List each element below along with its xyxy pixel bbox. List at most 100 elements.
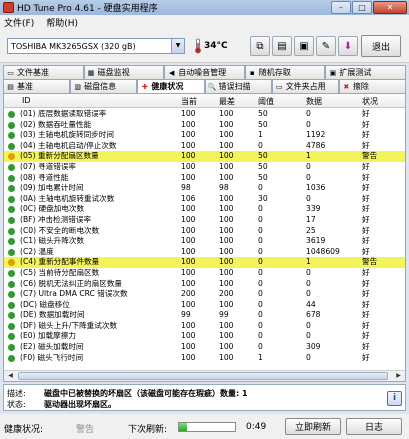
drive-select[interactable]: TOSHIBA MK3265GSX (320 gB) ▼ (7, 38, 185, 54)
tab-aam[interactable]: ◀ 自动噪音管理 (164, 65, 245, 79)
table-row[interactable]: (E2) 磁头加载时间 100 100 0 309 好 (4, 342, 405, 353)
table-row[interactable]: (07) 寻道错误率 100 100 50 0 好 (4, 162, 405, 173)
table-row[interactable]: (09) 加电累计时间 98 98 0 1036 好 (4, 183, 405, 194)
log-button[interactable]: 日志 (346, 418, 402, 435)
col-data[interactable]: 数据 (306, 96, 322, 107)
table-row[interactable]: (DF) 磁头上升/下降重试次数 100 100 0 0 好 (4, 321, 405, 332)
save-button[interactable]: ▣ (294, 36, 314, 56)
current-value: 100 (181, 119, 196, 129)
info-icon[interactable]: i (387, 391, 402, 406)
col-worst[interactable]: 最差 (219, 96, 235, 107)
tab-extra-tests[interactable]: ▣ 扩展测试 (325, 65, 406, 79)
tab-random-access[interactable]: ▪ 随机存取 (244, 65, 326, 79)
col-threshold[interactable]: 阈值 (258, 96, 274, 107)
minimize-button[interactable]: – (331, 1, 351, 14)
current-value: 100 (181, 109, 196, 118)
table-row[interactable]: (03) 主轴电机旋转同步时间 100 100 1 1192 好 (4, 130, 405, 141)
tab-folder-usage[interactable]: ▭ 文件夹占用 (271, 79, 339, 93)
worst-value: 100 (219, 172, 234, 182)
tab-health[interactable]: ✚ 健康状况 (137, 79, 205, 93)
close-button[interactable]: ✕ (373, 1, 407, 14)
tab-error-scan[interactable]: 🔍 错误扫描 (204, 79, 272, 93)
status-value: 好 (362, 140, 370, 150)
current-value: 100 (181, 278, 196, 288)
worst-value: 100 (219, 204, 234, 214)
table-row[interactable]: (02) 数据吞吐量性能 100 100 50 0 好 (4, 120, 405, 131)
chevron-down-icon[interactable]: ▼ (171, 39, 184, 53)
current-value: 100 (181, 299, 196, 309)
table-row[interactable]: (C7) Ultra DMA CRC 错误次数 200 200 0 0 好 (4, 289, 405, 300)
threshold-value: 0 (258, 342, 263, 352)
col-id[interactable]: ID (22, 96, 31, 105)
status-label: 状态: (7, 400, 26, 409)
table-row[interactable]: (E0) 加载摩擦力 100 100 0 0 好 (4, 331, 405, 342)
refresh-now-button[interactable]: 立即刷新 (285, 418, 341, 435)
exit-button[interactable]: 退出 (361, 35, 401, 57)
copy-info-button[interactable]: ⧉ (250, 36, 270, 56)
worst-value: 100 (219, 193, 234, 203)
scrollbar-thumb[interactable] (18, 372, 388, 380)
thermometer-icon (195, 38, 201, 54)
title-bar: HD Tune Pro 4.61 - 硬盘实用程序 – □ ✕ (0, 0, 409, 15)
table-row[interactable]: (C4) 重新分配事件数量 100 100 0 1 警告 (4, 257, 405, 268)
copy-screen-button[interactable]: ▤ (272, 36, 292, 56)
status-value: 好 (362, 278, 370, 288)
tab-benchmark[interactable]: ▤ 基准 (3, 79, 71, 93)
tab-disk-info[interactable]: ▥ 磁盘信息 (70, 79, 138, 93)
status-value: 好 (362, 299, 370, 309)
status-dot-icon (8, 344, 15, 352)
menu-bar: 文件(F) 帮助(H) (0, 15, 409, 29)
status-dot-icon (8, 153, 15, 161)
current-value: 100 (181, 151, 196, 161)
table-row[interactable]: (DE) 数据加载时间 99 99 0 678 好 (4, 310, 405, 321)
threshold-value: 0 (258, 204, 263, 214)
raw-data: 0 (306, 278, 311, 288)
attribute-name: (C6) 脱机无法纠正的扇区数量 (20, 278, 123, 288)
worst-value: 100 (219, 342, 234, 352)
table-row[interactable]: (C2) 温度 100 100 0 1048609 好 (4, 247, 405, 258)
scroll-right-icon[interactable]: ▶ (393, 371, 404, 381)
table-row[interactable]: (05) 重新分配扇区数量 100 100 50 1 警告 (4, 151, 405, 162)
maximize-button[interactable]: □ (352, 1, 372, 14)
table-row[interactable]: (C0) 不安全的断电次数 100 100 0 25 好 (4, 226, 405, 237)
table-row[interactable]: (01) 底层数据读取错误率 100 100 50 0 好 (4, 109, 405, 120)
menu-file[interactable]: 文件(F) (4, 16, 34, 29)
table-row[interactable]: (C1) 磁头升降次数 100 100 0 3619 好 (4, 236, 405, 247)
table-row[interactable]: (F0) 磁头飞行时间 100 100 1 0 好 (4, 353, 405, 364)
threshold-value: 0 (258, 310, 263, 320)
table-row[interactable]: (0C) 硬盘加电次数 100 100 0 339 好 (4, 204, 405, 215)
col-status[interactable]: 状况 (362, 96, 378, 107)
status-dot-icon (8, 142, 15, 150)
tab-file-benchmark[interactable]: ▭ 文件基准 (3, 65, 84, 79)
table-row[interactable]: (0A) 主轴电机旋转重试次数 106 100 30 0 好 (4, 194, 405, 205)
download-button[interactable]: ⬇ (338, 36, 358, 56)
erase-icon: ✖ (343, 82, 350, 91)
table-row[interactable]: (BF) 冲击检测错误率 100 100 0 17 好 (4, 215, 405, 226)
attribute-name: (DE) 数据加载时间 (20, 310, 85, 320)
table-row[interactable]: (08) 寻道性能 100 100 50 0 好 (4, 173, 405, 184)
scroll-left-icon[interactable]: ◀ (5, 371, 16, 381)
worst-value: 100 (219, 214, 234, 224)
current-value: 100 (181, 331, 196, 341)
attribute-name: (DF) 磁头上升/下降重试次数 (20, 320, 118, 330)
table-row[interactable]: (04) 主轴电机启动/停止次数 100 100 0 4786 好 (4, 141, 405, 152)
horizontal-scrollbar[interactable]: ◀ ▶ (4, 370, 405, 381)
tab-erase[interactable]: ✖ 擦除 (338, 79, 407, 93)
status-dot-icon (8, 195, 15, 203)
table-row[interactable]: (C6) 脱机无法纠正的扇区数量 100 100 0 0 好 (4, 279, 405, 290)
attribute-name: (09) 加电累计时间 (20, 183, 84, 193)
table-row[interactable]: (C5) 当前待分配扇区数 100 100 0 0 好 (4, 268, 405, 279)
status-dot-icon (8, 301, 15, 309)
random-icon: ▪ (249, 68, 255, 77)
table-row[interactable]: (DC) 磁盘移位 100 100 0 44 好 (4, 300, 405, 311)
menu-help[interactable]: 帮助(H) (46, 16, 78, 29)
col-current[interactable]: 当前 (181, 96, 197, 107)
attribute-name: (C7) Ultra DMA CRC 错误次数 (20, 289, 128, 299)
threshold-value: 1 (258, 352, 263, 362)
tab-disk-monitor[interactable]: ▦ 磁盘监视 (83, 65, 165, 79)
raw-data: 0 (306, 320, 311, 330)
options-button[interactable]: ✎ (316, 36, 336, 56)
threshold-value: 0 (258, 183, 263, 193)
attribute-name: (DC) 磁盘移位 (20, 299, 70, 309)
worst-value: 99 (219, 310, 229, 320)
